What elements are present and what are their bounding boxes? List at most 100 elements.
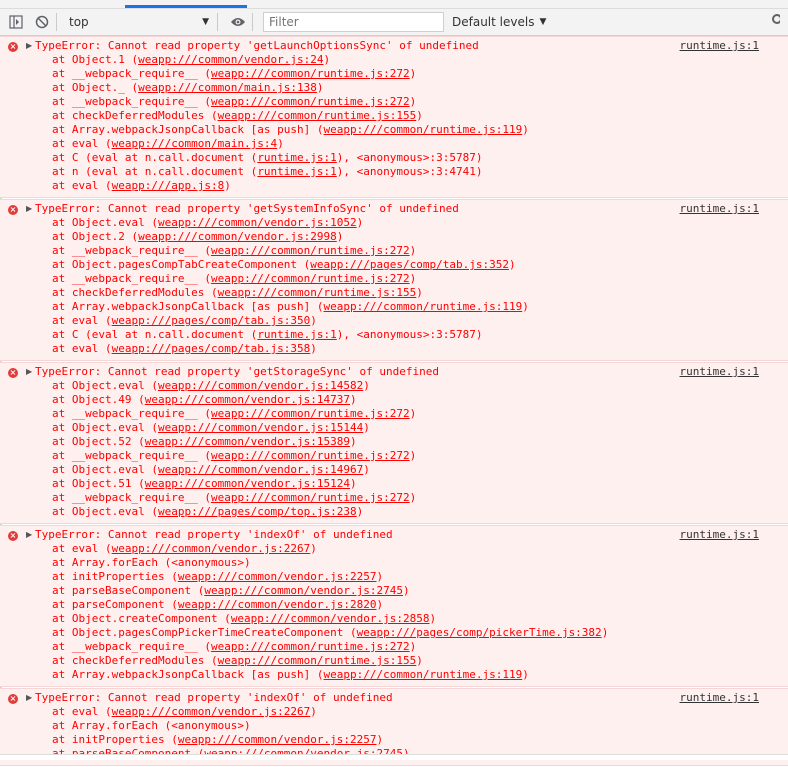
toolbar-divider	[217, 13, 218, 31]
frame-source-link[interactable]: weapp:///common/runtime.js:272	[211, 95, 410, 108]
frame-text: ), <anonymous>:3:5787)	[336, 151, 483, 164]
frame-text: ), <anonymous>:3:4741)	[336, 165, 483, 178]
stack-frame: at eval (weapp:///common/vendor.js:2267)	[0, 705, 788, 719]
source-link[interactable]: runtime.js:1	[680, 528, 759, 542]
frame-source-link[interactable]: weapp:///pages/comp/tab.js:350	[112, 314, 311, 327]
frame-source-link[interactable]: weapp:///common/runtime.js:272	[211, 244, 410, 257]
frame-source-link[interactable]: weapp:///common/runtime.js:272	[211, 272, 410, 285]
frame-text: at eval (	[52, 342, 112, 355]
frame-source-link[interactable]: weapp:///common/runtime.js:272	[211, 67, 410, 80]
frame-source-link[interactable]: weapp:///common/vendor.js:14737	[145, 393, 350, 406]
frame-text: )	[522, 668, 529, 681]
frame-source-link[interactable]: weapp:///pages/comp/tab.js:358	[112, 342, 311, 355]
stack-frame: at Object.eval (weapp:///common/vendor.j…	[0, 463, 788, 477]
frame-source-link[interactable]: weapp:///common/vendor.js:15389	[145, 435, 350, 448]
frame-source-link[interactable]: weapp:///common/runtime.js:272	[211, 640, 410, 653]
stack-frame: at Object.eval (weapp:///common/vendor.j…	[0, 216, 788, 230]
frame-source-link[interactable]: runtime.js:1	[257, 151, 336, 164]
eye-icon[interactable]	[228, 12, 248, 32]
frame-text: )	[363, 463, 370, 476]
stack-frame: at Array.webpackJsonpCallback [as push] …	[0, 123, 788, 137]
expand-triangle-icon[interactable]: ▶	[26, 204, 32, 213]
stack-frame: at checkDeferredModules (weapp:///common…	[0, 654, 788, 668]
frame-text: )	[601, 626, 609, 639]
gear-icon[interactable]	[770, 12, 784, 32]
frame-source-link[interactable]: weapp:///common/main.js:4	[112, 137, 278, 150]
frame-source-link[interactable]: weapp:///common/vendor.js:15144	[158, 421, 363, 434]
frame-source-link[interactable]: weapp:///common/runtime.js:272	[211, 407, 410, 420]
frame-source-link[interactable]: weapp:///common/vendor.js:2745	[204, 584, 403, 597]
frame-source-link[interactable]: weapp:///common/runtime.js:119	[324, 123, 523, 136]
error-header: TypeError: Cannot read property 'getStor…	[35, 365, 439, 378]
frame-source-link[interactable]: weapp:///common/vendor.js:14582	[158, 379, 363, 392]
stack-frame: at initProperties (weapp:///common/vendo…	[0, 570, 788, 584]
frame-source-link[interactable]: weapp:///common/runtime.js:272	[211, 449, 410, 462]
context-label: top	[69, 15, 89, 29]
frame-source-link[interactable]: runtime.js:1	[257, 165, 336, 178]
frame-source-link[interactable]: weapp:///common/vendor.js:24	[138, 53, 323, 66]
frame-source-link[interactable]: weapp:///common/vendor.js:2257	[178, 733, 377, 746]
stack-frame: at Array.webpackJsonpCallback [as push] …	[0, 300, 788, 314]
stack-frame: at eval (weapp:///pages/comp/tab.js:350)	[0, 314, 788, 328]
frame-source-link[interactable]: weapp:///common/runtime.js:155	[218, 654, 417, 667]
error-header: TypeError: Cannot read property 'indexOf…	[35, 691, 393, 704]
frame-source-link[interactable]: weapp:///common/vendor.js:2267	[112, 542, 311, 555]
frame-text: )	[409, 67, 417, 80]
frame-text: at eval (	[52, 705, 112, 718]
frame-source-link[interactable]: weapp:///common/vendor.js:2257	[178, 570, 377, 583]
frame-source-link[interactable]: weapp:///common/vendor.js:2998	[138, 230, 337, 243]
stack-frame: at Object.1 (weapp:///common/vendor.js:2…	[0, 53, 788, 67]
frame-source-link[interactable]: weapp:///common/runtime.js:155	[218, 109, 417, 122]
frame-source-link[interactable]: runtime.js:1	[257, 328, 336, 341]
frame-text: )	[363, 421, 370, 434]
source-link[interactable]: runtime.js:1	[680, 39, 759, 53]
frame-text: )	[356, 216, 364, 229]
frame-source-link[interactable]: weapp:///common/vendor.js:15124	[145, 477, 350, 490]
frame-text: at parseComponent (	[52, 598, 178, 611]
frame-source-link[interactable]: weapp:///common/runtime.js:272	[211, 491, 410, 504]
frame-text: at checkDeferredModules (	[52, 654, 218, 667]
frame-text: at Object.eval (	[52, 216, 158, 229]
frame-source-link[interactable]: weapp:///common/runtime.js:155	[218, 286, 417, 299]
frame-source-link[interactable]: weapp:///common/runtime.js:119	[324, 668, 523, 681]
clear-console-icon[interactable]	[32, 12, 52, 32]
toggle-sidebar-icon[interactable]	[6, 12, 26, 32]
frame-text: )	[224, 179, 231, 192]
frame-text: at Object.pagesCompPickerTimeCreateCompo…	[52, 626, 357, 639]
frame-text: at eval (	[52, 542, 112, 555]
filter-input[interactable]: Filter	[263, 12, 444, 32]
expand-triangle-icon[interactable]: ▶	[26, 41, 32, 50]
frame-source-link[interactable]: weapp:///app.js:8	[112, 179, 225, 192]
expand-triangle-icon[interactable]: ▶	[26, 693, 32, 702]
frame-source-link[interactable]: weapp:///common/main.js:138	[138, 81, 317, 94]
frame-source-link[interactable]: weapp:///pages/comp/tab.js:352	[310, 258, 509, 271]
frame-text: at Object.eval (	[52, 463, 158, 476]
frame-text: at __webpack_require__ (	[52, 272, 211, 285]
frame-source-link[interactable]: weapp:///common/vendor.js:14967	[158, 463, 363, 476]
frame-source-link[interactable]: weapp:///common/runtime.js:119	[324, 300, 523, 313]
stack-frame: at __webpack_require__ (weapp:///common/…	[0, 449, 788, 463]
frame-source-link[interactable]: weapp:///common/vendor.js:1052	[158, 216, 357, 229]
stack-frame: at Object._ (weapp:///common/main.js:138…	[0, 81, 788, 95]
frame-text: at Array.webpackJsonpCallback [as push] …	[52, 668, 324, 681]
frame-source-link[interactable]: weapp:///pages/comp/pickerTime.js:382	[357, 626, 602, 639]
source-link[interactable]: runtime.js:1	[680, 202, 759, 216]
frame-source-link[interactable]: weapp:///common/vendor.js:2820	[178, 598, 377, 611]
source-link[interactable]: runtime.js:1	[680, 365, 759, 379]
log-levels-dropdown[interactable]: Default levels ▼	[452, 15, 546, 29]
frame-text: )	[336, 230, 344, 243]
frame-source-link[interactable]: weapp:///common/vendor.js:2267	[112, 705, 311, 718]
stack-frame: at Object.2 (weapp:///common/vendor.js:2…	[0, 230, 788, 244]
error-header: TypeError: Cannot read property 'indexOf…	[35, 528, 393, 541]
context-selector[interactable]: top ▼	[65, 12, 213, 32]
expand-triangle-icon[interactable]: ▶	[26, 530, 32, 539]
stack-frame: at Object.49 (weapp:///common/vendor.js:…	[0, 393, 788, 407]
frame-source-link[interactable]: weapp:///common/vendor.js:2858	[231, 612, 430, 625]
stack-frame: at __webpack_require__ (weapp:///common/…	[0, 67, 788, 81]
source-link[interactable]: runtime.js:1	[680, 691, 759, 705]
frame-source-link[interactable]: weapp:///pages/comp/top.js:238	[158, 505, 357, 518]
frame-text: )	[522, 300, 529, 313]
expand-triangle-icon[interactable]: ▶	[26, 367, 32, 376]
error-message: × ▶ TypeError: Cannot read property 'getSt…	[0, 362, 788, 524]
frame-text: )	[316, 81, 324, 94]
